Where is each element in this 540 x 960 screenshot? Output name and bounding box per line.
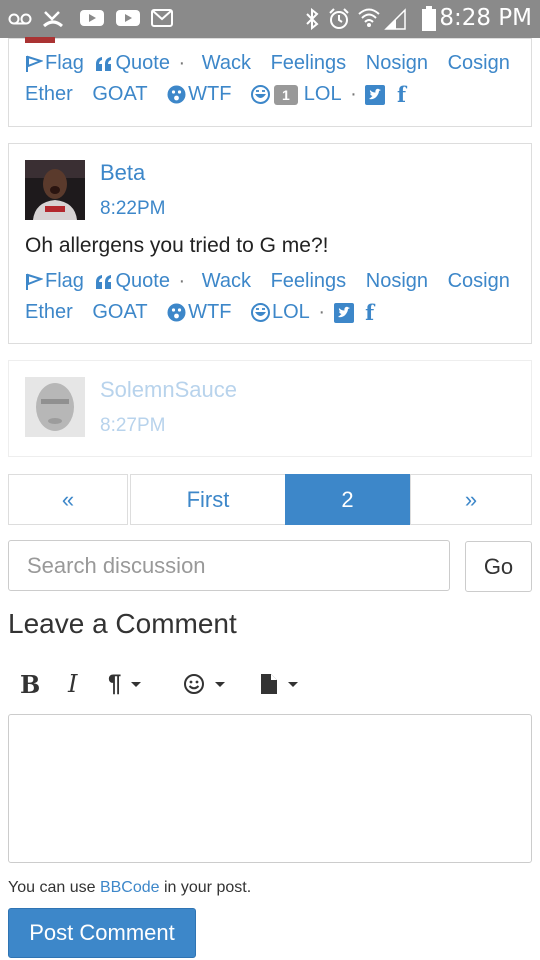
lol-link[interactable]: 1 LOL	[251, 83, 342, 106]
wack-link[interactable]: Wack	[202, 52, 251, 75]
go-button[interactable]: Go	[465, 541, 532, 592]
insert-dropdown[interactable]	[260, 664, 298, 704]
avatar	[25, 37, 55, 43]
facebook-icon[interactable]: f	[365, 300, 374, 325]
reaction-row: Ether GOAT WTF 1 LOL · f	[25, 82, 407, 107]
wack-link[interactable]: Wack	[202, 270, 251, 293]
bbcode-hint: You can use BBCode in your post.	[8, 879, 252, 896]
wtf-link[interactable]: WTF	[167, 301, 231, 324]
feelings-link[interactable]: Feelings	[271, 270, 347, 293]
leave-comment-title: Leave a Comment	[8, 608, 237, 639]
nosign-link[interactable]: Nosign	[366, 52, 428, 75]
current-page-button[interactable]: 2	[285, 474, 410, 525]
status-bar: 8:28 PM	[0, 0, 540, 38]
youtube-icon	[80, 10, 104, 26]
flag-link[interactable]: Flag	[25, 270, 84, 293]
avatar[interactable]	[25, 160, 85, 220]
comment-card: SolemnSauce 8:27PM	[8, 360, 532, 457]
quote-link[interactable]: Quote	[95, 270, 170, 293]
comment-time[interactable]: 8:27PM	[100, 415, 165, 437]
quote-icon	[96, 56, 112, 71]
bbcode-link[interactable]: BBCode	[100, 879, 160, 896]
file-icon	[261, 674, 277, 694]
laughing-face-icon	[251, 85, 270, 105]
first-page-button[interactable]: First	[130, 474, 286, 525]
next-page-button[interactable]: »	[410, 474, 532, 525]
facebook-icon[interactable]: f	[397, 82, 406, 107]
cosign-link[interactable]: Cosign	[448, 270, 510, 293]
surprised-face-icon	[167, 303, 186, 322]
prev-page-button[interactable]: «	[8, 474, 128, 525]
ether-link[interactable]: Ether	[25, 301, 73, 324]
alarm-icon	[329, 8, 349, 29]
comment-card: Beta 8:22PM Oh allergens you tried to G …	[8, 143, 532, 344]
lol-count-badge: 1	[274, 84, 298, 105]
avatar[interactable]	[25, 377, 85, 437]
chevron-down-icon	[288, 681, 298, 687]
cosign-link[interactable]: Cosign	[448, 52, 510, 75]
post-comment-button[interactable]: Post Comment	[8, 908, 196, 958]
signal-icon	[384, 8, 406, 30]
emoji-dropdown[interactable]	[183, 664, 225, 704]
twitter-icon	[333, 302, 354, 323]
flag-icon	[26, 273, 43, 290]
quote-link[interactable]: Quote	[95, 52, 170, 75]
comment-author[interactable]: Beta	[100, 160, 145, 186]
editor-toolbar: B I ¶	[8, 664, 532, 704]
gmail-icon	[151, 9, 173, 27]
battery-icon	[422, 6, 436, 31]
bluetooth-icon	[306, 8, 319, 30]
comment-body: Oh allergens you tried to G me?!	[25, 234, 329, 257]
paragraph-icon: ¶	[108, 670, 122, 697]
paragraph-dropdown[interactable]: ¶	[108, 664, 142, 704]
ether-link[interactable]: Ether	[25, 83, 73, 106]
lol-link[interactable]: LOL	[251, 301, 310, 324]
goat-link[interactable]: GOAT	[92, 301, 147, 324]
youtube-icon	[116, 10, 140, 26]
bold-button[interactable]: B	[20, 664, 40, 704]
twitter-icon	[365, 84, 386, 105]
status-time: 8:28 PM	[439, 5, 532, 31]
twitter-share[interactable]	[365, 83, 387, 106]
wtf-link[interactable]: WTF	[167, 83, 231, 106]
twitter-share[interactable]	[333, 301, 356, 324]
laughing-face-icon	[251, 303, 270, 323]
comment-card: Flag Quote · Wack Feelings Nosign Cosign…	[8, 37, 532, 127]
surprised-face-icon	[167, 85, 186, 104]
feelings-link[interactable]: Feelings	[271, 52, 347, 75]
quote-icon	[96, 274, 112, 289]
pagination: « First 2 »	[8, 474, 532, 525]
smiley-icon	[184, 674, 204, 694]
flag-link[interactable]: Flag	[25, 52, 84, 75]
comment-textarea[interactable]	[8, 714, 532, 863]
search-input[interactable]: Search discussion	[8, 540, 450, 591]
comment-time[interactable]: 8:22PM	[100, 198, 165, 220]
missed-call-icon	[43, 11, 63, 28]
reaction-row: Flag Quote · Wack Feelings Nosign Cosign	[25, 270, 510, 293]
reaction-row: Flag Quote · Wack Feelings Nosign Cosign	[25, 52, 510, 75]
chevron-down-icon	[215, 681, 225, 687]
comment-author[interactable]: SolemnSauce	[100, 377, 237, 403]
italic-button[interactable]: I	[68, 664, 77, 704]
goat-link[interactable]: GOAT	[92, 83, 147, 106]
chevron-down-icon	[131, 681, 142, 687]
reaction-row: Ether GOAT WTF LOL · f	[25, 300, 375, 325]
nosign-link[interactable]: Nosign	[366, 270, 428, 293]
flag-icon	[26, 55, 43, 72]
voicemail-icon	[8, 13, 32, 25]
wifi-icon	[358, 8, 380, 27]
